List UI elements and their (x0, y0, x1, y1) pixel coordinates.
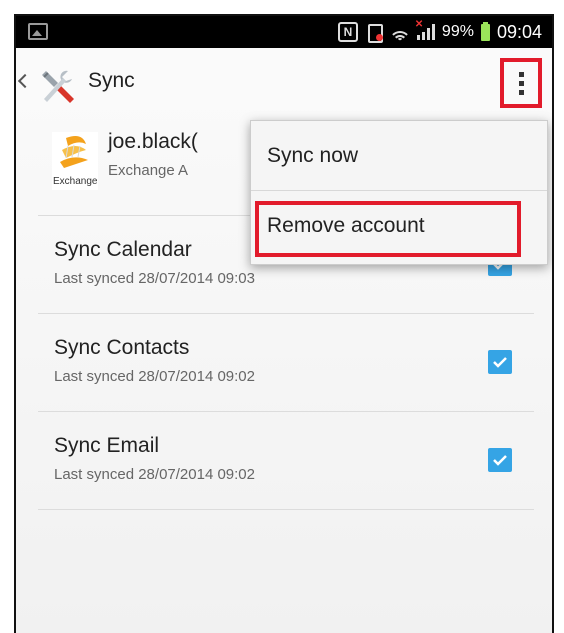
overflow-menu: Sync now Remove account (250, 120, 548, 265)
exchange-logo-text: Exchange (53, 176, 98, 187)
sync-item-title: Sync Calendar (54, 238, 192, 261)
account-type: Exchange A (108, 162, 189, 179)
signal-icon: ✕ (415, 19, 435, 40)
exchange-logo-icon (60, 136, 88, 168)
status-icons: N ✕ 99% 09:04 (337, 16, 542, 48)
action-bar: Sync (16, 48, 552, 122)
battery-percentage: 99% (441, 23, 474, 40)
tools-icon[interactable] (38, 67, 76, 105)
wifi-icon (389, 23, 410, 41)
overflow-menu-button[interactable] (500, 58, 542, 108)
account-name: joe.black( (108, 130, 198, 153)
menu-item-sync-now[interactable]: Sync now (251, 121, 547, 191)
sync-item-last-synced: Last synced 28/07/2014 09:02 (54, 368, 255, 385)
battery-icon (480, 21, 490, 41)
phone-screen: N ✕ 99% 09:04 Sync Exchange joe.black(E… (14, 14, 554, 633)
back-chevron-icon[interactable] (17, 73, 33, 89)
gallery-icon (28, 23, 48, 40)
sync-contacts-checkbox[interactable] (488, 350, 512, 374)
exchange-logo: Exchange (52, 132, 98, 190)
sync-email-checkbox[interactable] (488, 448, 512, 472)
overflow-menu-icon (518, 71, 524, 77)
sync-item-last-synced: Last synced 28/07/2014 09:03 (54, 270, 255, 287)
sync-item-title: Sync Email (54, 434, 160, 457)
status-bar: N ✕ 99% 09:04 (16, 16, 552, 48)
sync-email-item[interactable]: Sync Email Last synced 28/07/2014 09:02 (38, 412, 534, 510)
remove-account-highlight (255, 201, 521, 257)
check-icon (493, 455, 507, 466)
sync-item-title: Sync Contacts (54, 336, 190, 359)
nfc-icon: N (337, 22, 358, 42)
check-icon (493, 357, 507, 368)
clock: 09:04 (496, 21, 542, 42)
vibrate-icon (365, 23, 383, 43)
sync-contacts-item[interactable]: Sync Contacts Last synced 28/07/2014 09:… (38, 314, 534, 412)
page-title: Sync (88, 69, 135, 92)
sync-item-last-synced: Last synced 28/07/2014 09:02 (54, 466, 255, 483)
